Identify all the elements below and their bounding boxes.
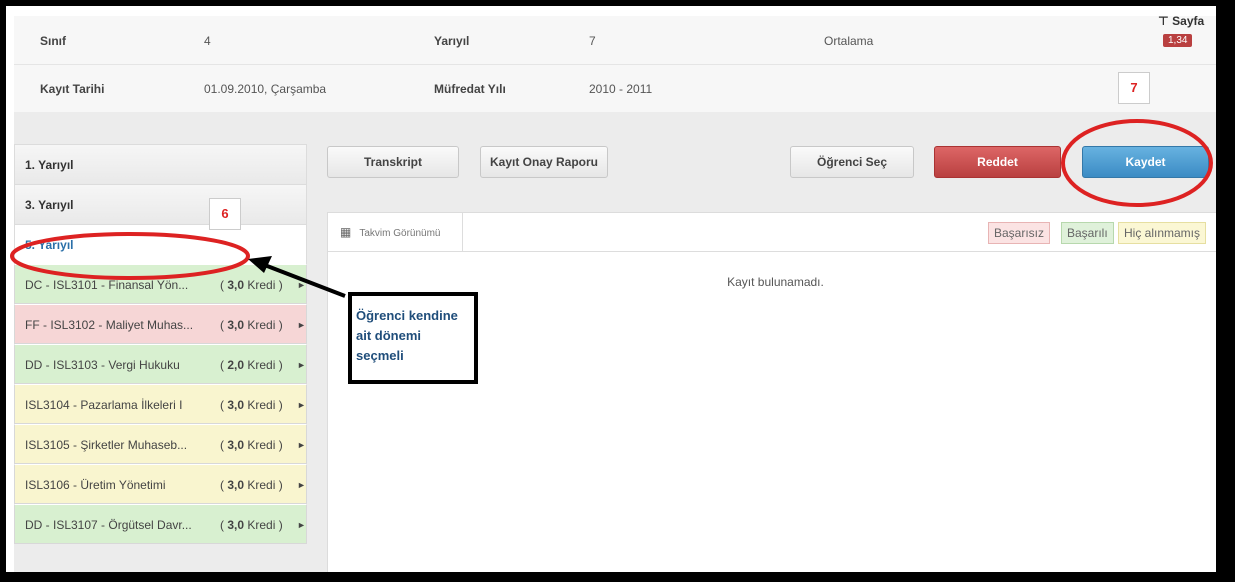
info-row-1: Sınıf 4 Yarıyıl 7 Ortalama <box>14 16 1216 65</box>
course-credit: ( 2,0 Kredi ) <box>220 345 283 383</box>
credit-suffix: Kredi ) <box>247 438 283 452</box>
course-name: ISL3105 - Şirketler Muhaseb... <box>25 438 188 452</box>
chevron-right-icon: ► <box>297 440 306 450</box>
course-name: ISL3106 - Üretim Yönetimi <box>25 478 166 492</box>
kayit-tarihi-label: Kayıt Tarihi <box>40 82 105 96</box>
kayit-onay-raporu-button[interactable]: Kayıt Onay Raporu <box>480 146 608 178</box>
panel-header: ▦ Takvim Görünümü Başarısız Başarılı Hiç … <box>328 213 1216 252</box>
course-row[interactable]: DD - ISL3107 - Örgütsel Davr... ( 3,0 Kre… <box>14 504 307 544</box>
course-row[interactable]: FF - ISL3102 - Maliyet Muhas... ( 3,0 Kre… <box>14 304 307 344</box>
credit-value: 3,0 <box>227 278 245 292</box>
credit-prefix: ( <box>220 398 224 412</box>
pin-label: Sayfa <box>1172 14 1205 28</box>
credit-suffix: Kredi ) <box>247 478 283 492</box>
course-name: ISL3104 - Pazarlama İlkeleri I <box>25 398 183 412</box>
course-list: DC - ISL3101 - Finansal Yön... ( 3,0 Kred… <box>14 264 307 544</box>
credit-prefix: ( <box>220 478 224 492</box>
course-credit: ( 3,0 Kredi ) <box>220 505 283 543</box>
credit-suffix: Kredi ) <box>247 318 283 332</box>
screen-frame: Sınıf 4 Yarıyıl 7 Ortalama Kayıt Tarihi … <box>6 6 1216 572</box>
calendar-view-label: Takvim Görünümü <box>359 228 441 239</box>
credit-suffix: Kredi ) <box>247 358 283 372</box>
annotation-callout: Öğrenci kendine ait dönemi seçmeli <box>348 292 478 384</box>
course-name: DD - ISL3103 - Vergi Hukuku <box>25 358 180 372</box>
course-row[interactable]: DD - ISL3103 - Vergi Hukuku ( 2,0 Kredi )… <box>14 344 307 384</box>
kayit-tarihi-value: 01.09.2010, Çarşamba <box>204 82 327 96</box>
course-row[interactable]: ISL3105 - Şirketler Muhaseb... ( 3,0 Kred… <box>14 424 307 464</box>
course-credit: ( 3,0 Kredi ) <box>220 465 283 503</box>
credit-value: 2,0 <box>227 358 245 372</box>
credit-prefix: ( <box>220 438 224 452</box>
course-name: DD - ISL3107 - Örgütsel Davr... <box>25 518 192 532</box>
yariyil-value: 7 <box>589 34 596 48</box>
sidebar-item-yariyil-1[interactable]: 1. Yarıyıl <box>14 144 307 184</box>
sinif-label: Sınıf <box>40 34 66 48</box>
pin-icon: ⊤ <box>1157 14 1169 28</box>
ortalama-label: Ortalama <box>824 34 874 48</box>
course-row[interactable]: ISL3106 - Üretim Yönetimi ( 3,0 Kredi ) ► <box>14 464 307 504</box>
course-row[interactable]: ISL3104 - Pazarlama İlkeleri I ( 3,0 Kred… <box>14 384 307 424</box>
sidebar-item-yariyil-5[interactable]: 5. Yarıyıl <box>14 224 307 264</box>
credit-suffix: Kredi ) <box>247 398 283 412</box>
course-credit: ( 3,0 Kredi ) <box>220 265 283 303</box>
chevron-right-icon: ► <box>297 520 306 530</box>
chevron-right-icon: ► <box>297 320 306 330</box>
credit-value: 3,0 <box>227 318 245 332</box>
chevron-right-icon: ► <box>297 360 306 370</box>
reddet-button[interactable]: Reddet <box>934 146 1061 178</box>
sinif-value: 4 <box>204 34 211 48</box>
step-6-marker: 6 <box>209 198 241 230</box>
credit-prefix: ( <box>220 318 224 332</box>
legend-hic-alinmamis: Hiç alınmamış <box>1118 222 1207 244</box>
credit-value: 3,0 <box>227 478 245 492</box>
yariyil-label: Yarıyıl <box>434 34 470 48</box>
course-name: FF - ISL3102 - Maliyet Muhas... <box>25 318 194 332</box>
course-credit: ( 3,0 Kredi ) <box>220 425 283 463</box>
mufredat-label: Müfredat Yılı <box>434 82 506 96</box>
credit-value: 3,0 <box>227 518 245 532</box>
calendar-icon: ▦ <box>340 225 352 239</box>
calendar-view-tab[interactable]: ▦ Takvim Görünümü <box>328 213 463 251</box>
credit-prefix: ( <box>220 518 224 532</box>
course-name: DC - ISL3101 - Finansal Yön... <box>25 278 189 292</box>
legend-basarisiz: Başarısız <box>988 222 1051 244</box>
chevron-right-icon: ► <box>297 400 306 410</box>
credit-value: 3,0 <box>227 398 245 412</box>
course-credit: ( 3,0 Kredi ) <box>220 305 283 343</box>
page-pin-button[interactable]: ⊤ Sayfa <box>1156 14 1206 28</box>
kaydet-button[interactable]: Kaydet <box>1082 146 1209 178</box>
chevron-right-icon: ► <box>297 280 306 290</box>
mufredat-value: 2010 - 2011 <box>589 82 653 96</box>
ogrenci-sec-button[interactable]: Öğrenci Seç <box>790 146 914 178</box>
info-row-2: Kayıt Tarihi 01.09.2010, Çarşamba Müfred… <box>14 64 1216 113</box>
chevron-right-icon: ► <box>297 480 306 490</box>
transkript-button[interactable]: Transkript <box>327 146 459 178</box>
credit-prefix: ( <box>220 358 224 372</box>
course-detail-panel: ▦ Takvim Görünümü Başarısız Başarılı Hiç … <box>327 212 1216 572</box>
course-row[interactable]: DC - ISL3101 - Finansal Yön... ( 3,0 Kred… <box>14 264 307 304</box>
credit-suffix: Kredi ) <box>247 278 283 292</box>
student-info-panel: Sınıf 4 Yarıyıl 7 Ortalama Kayıt Tarihi … <box>14 16 1216 113</box>
credit-value: 3,0 <box>227 438 245 452</box>
semester-sidebar: 1. Yarıyıl 3. Yarıyıl 5. Yarıyıl DC - IS… <box>14 144 307 544</box>
credit-suffix: Kredi ) <box>247 518 283 532</box>
step-7-marker: 7 <box>1118 72 1150 104</box>
ortalama-badge: 1,34 <box>1163 34 1193 47</box>
course-credit: ( 3,0 Kredi ) <box>220 385 283 423</box>
sidebar-item-yariyil-3[interactable]: 3. Yarıyıl <box>14 184 307 224</box>
credit-prefix: ( <box>220 278 224 292</box>
empty-message: Kayıt bulunamadı. <box>727 275 824 289</box>
legend-basarili: Başarılı <box>1061 222 1114 244</box>
